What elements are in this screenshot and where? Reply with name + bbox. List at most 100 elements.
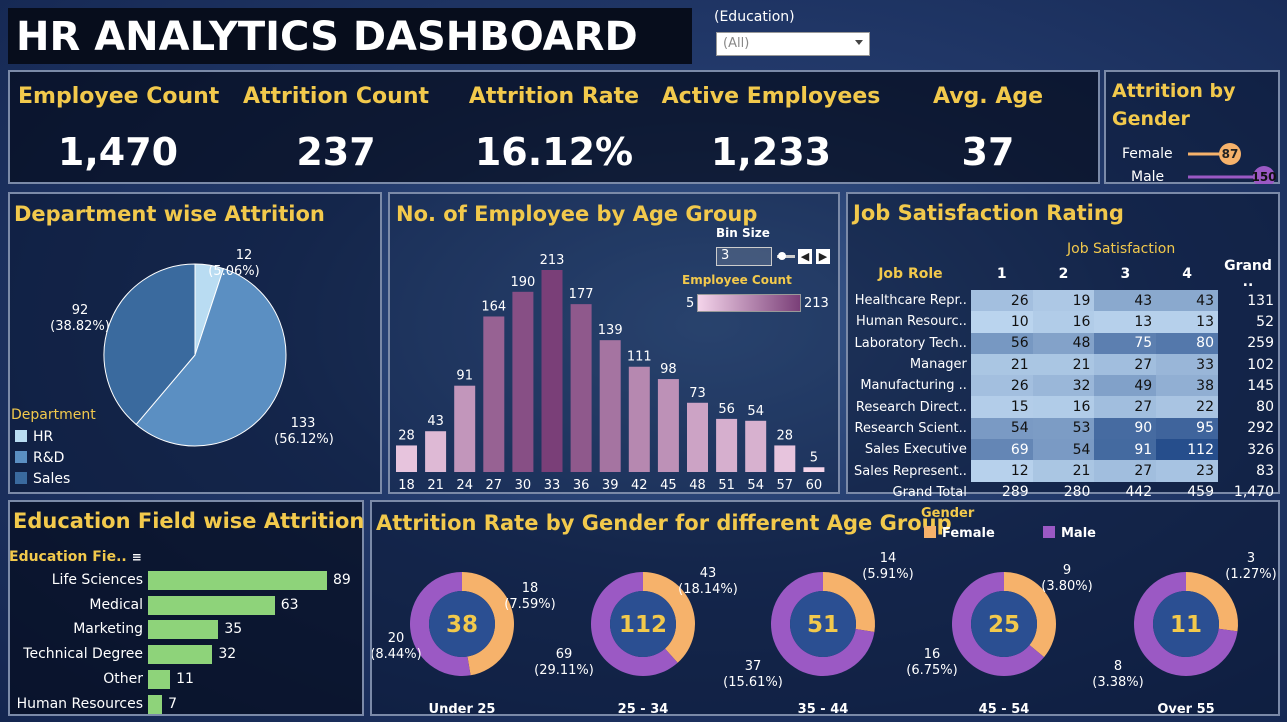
gender-age-legend-male[interactable]: Male bbox=[1043, 526, 1096, 541]
heatmap-cell[interactable]: 22 bbox=[1156, 396, 1218, 418]
table-row[interactable]: Manufacturing .. 26 32 49 38 145 bbox=[850, 375, 1278, 397]
age-bar[interactable] bbox=[599, 340, 621, 472]
heatmap-cell[interactable]: 12 bbox=[970, 460, 1033, 482]
chevron-down-icon[interactable] bbox=[855, 40, 863, 45]
heatmap-cell[interactable]: 21 bbox=[970, 353, 1033, 376]
table-row[interactable]: Laboratory Tech.. 56 48 75 80 259 bbox=[850, 332, 1278, 354]
education-bar-value: 63 bbox=[280, 596, 299, 613]
age-bar[interactable] bbox=[774, 445, 796, 472]
heatmap-cell[interactable]: 75 bbox=[1094, 332, 1157, 354]
heatmap-cell[interactable]: 21 bbox=[1032, 460, 1095, 482]
heatmap-cell[interactable]: 53 bbox=[1032, 417, 1095, 440]
heatmap-cell[interactable]: 23 bbox=[1156, 460, 1218, 482]
gender-age-legend-female[interactable]: Female bbox=[924, 526, 995, 541]
sort-icon[interactable]: ≡ bbox=[132, 550, 142, 564]
age-bar-value: 43 bbox=[427, 414, 444, 429]
age-bar[interactable] bbox=[628, 366, 650, 472]
heatmap-cell[interactable]: 13 bbox=[1156, 311, 1218, 333]
heatmap-cell[interactable]: 69 bbox=[970, 439, 1033, 461]
education-filter-select[interactable]: (All) bbox=[716, 32, 870, 56]
heatmap-cell[interactable]: 10 bbox=[970, 311, 1033, 333]
age-bar[interactable] bbox=[687, 402, 708, 472]
table-row[interactable]: Research Scient.. 54 53 90 95 292 bbox=[850, 417, 1278, 440]
age-bar[interactable] bbox=[425, 431, 447, 472]
education-bar[interactable] bbox=[148, 595, 275, 615]
row-total-cell: 80 bbox=[1256, 399, 1274, 416]
heatmap-cell[interactable]: 112 bbox=[1156, 439, 1218, 461]
column-header[interactable]: 4 bbox=[1156, 258, 1218, 290]
age-tick-label: 51 bbox=[718, 478, 735, 493]
heatmap-cell[interactable]: 95 bbox=[1156, 417, 1218, 440]
kpi-avg-age-value: 37 bbox=[961, 130, 1015, 174]
department-legend-sales[interactable]: Sales bbox=[15, 471, 70, 487]
heatmap-cell[interactable]: 33 bbox=[1156, 353, 1218, 376]
heatmap-cell[interactable]: 16 bbox=[1032, 311, 1095, 333]
education-bar-value: 7 bbox=[168, 695, 177, 712]
table-row[interactable]: Manager 21 21 27 33 102 bbox=[850, 353, 1278, 376]
heatmap-cell[interactable]: 38 bbox=[1156, 375, 1218, 397]
age-group-label: 25 - 34 bbox=[618, 702, 669, 716]
age-bar[interactable] bbox=[803, 467, 825, 472]
education-filter-value: (All) bbox=[723, 36, 750, 51]
heatmap-cell[interactable]: 54 bbox=[1032, 439, 1095, 461]
heatmap-cell[interactable]: 54 bbox=[970, 417, 1033, 440]
education-bar[interactable] bbox=[148, 645, 213, 665]
heatmap-cell[interactable]: 15 bbox=[970, 396, 1033, 418]
education-bar[interactable] bbox=[148, 571, 327, 590]
column-header[interactable]: Grand .. bbox=[1218, 258, 1278, 290]
table-row[interactable]: Human Resourc.. 10 16 13 13 52 bbox=[850, 311, 1278, 333]
donut-female-value: 14 bbox=[880, 551, 897, 566]
heatmap-cell[interactable]: 91 bbox=[1094, 439, 1157, 461]
kpi-attrition-rate-label: Attrition Rate bbox=[468, 84, 640, 109]
job-satisfaction-col-group: Job Satisfaction bbox=[1067, 241, 1176, 257]
column-header[interactable]: 3 bbox=[1094, 258, 1156, 290]
heatmap-cell[interactable]: 13 bbox=[1094, 311, 1157, 333]
education-bar[interactable] bbox=[148, 669, 171, 689]
heatmap-cell[interactable]: 32 bbox=[1032, 375, 1095, 397]
gender-female-label: Female bbox=[1122, 146, 1173, 162]
education-bar[interactable] bbox=[148, 620, 219, 640]
female-swatch bbox=[924, 526, 936, 538]
age-bar[interactable] bbox=[716, 418, 738, 472]
age-tick-label: 60 bbox=[806, 478, 823, 493]
heatmap-cell[interactable]: 43 bbox=[1094, 290, 1157, 312]
heatmap-cell[interactable]: 49 bbox=[1094, 375, 1157, 397]
heatmap-cell[interactable]: 48 bbox=[1032, 332, 1095, 354]
table-row[interactable]: Healthcare Repr.. 26 19 43 43 131 bbox=[850, 290, 1278, 312]
heatmap-cell[interactable]: 90 bbox=[1094, 417, 1157, 440]
age-bar[interactable] bbox=[541, 270, 563, 472]
heatmap-cell[interactable]: 27 bbox=[1094, 353, 1157, 376]
heatmap-cell[interactable]: 26 bbox=[970, 375, 1033, 397]
age-bar[interactable] bbox=[396, 445, 417, 472]
age-bar[interactable] bbox=[657, 379, 679, 472]
heatmap-cell[interactable]: 21 bbox=[1032, 353, 1095, 376]
heatmap-cell[interactable]: 56 bbox=[970, 332, 1033, 354]
gender-attrition-title-1: Attrition by bbox=[1112, 80, 1236, 102]
age-bar[interactable] bbox=[745, 420, 767, 472]
job-role-cell: Research Direct.. bbox=[855, 399, 967, 415]
heatmap-cell[interactable]: 19 bbox=[1032, 290, 1095, 312]
education-bar[interactable] bbox=[148, 694, 163, 714]
age-bar[interactable] bbox=[512, 291, 534, 472]
heatmap-cell[interactable]: 27 bbox=[1094, 460, 1157, 482]
column-header[interactable]: 1 bbox=[971, 258, 1033, 290]
table-row[interactable]: Research Direct.. 15 16 27 22 80 bbox=[850, 396, 1278, 418]
heatmap-cell[interactable]: 80 bbox=[1156, 332, 1218, 354]
heatmap-cell[interactable]: 26 bbox=[970, 290, 1033, 312]
age-tick-label: 54 bbox=[747, 478, 764, 493]
kpi-active-employees-value: 1,233 bbox=[710, 130, 832, 174]
age-bar[interactable] bbox=[483, 316, 505, 472]
heatmap-cell[interactable]: 43 bbox=[1156, 290, 1218, 312]
age-bar[interactable] bbox=[570, 304, 592, 472]
heatmap-cell[interactable]: 27 bbox=[1094, 396, 1157, 418]
donut-female-value: 18 bbox=[522, 581, 539, 596]
department-legend-hr[interactable]: HR bbox=[15, 429, 53, 445]
donut-male-pct: (15.61%) bbox=[723, 675, 783, 690]
table-row[interactable]: Sales Represent.. 12 21 27 23 83 bbox=[850, 460, 1278, 482]
age-bar-value: 213 bbox=[540, 253, 565, 268]
age-bar[interactable] bbox=[454, 385, 476, 472]
table-row[interactable]: Sales Executive 69 54 91 112 326 bbox=[850, 439, 1278, 461]
heatmap-cell[interactable]: 16 bbox=[1032, 396, 1095, 418]
column-header[interactable]: 2 bbox=[1033, 258, 1095, 290]
department-legend-rd[interactable]: R&D bbox=[15, 450, 64, 466]
